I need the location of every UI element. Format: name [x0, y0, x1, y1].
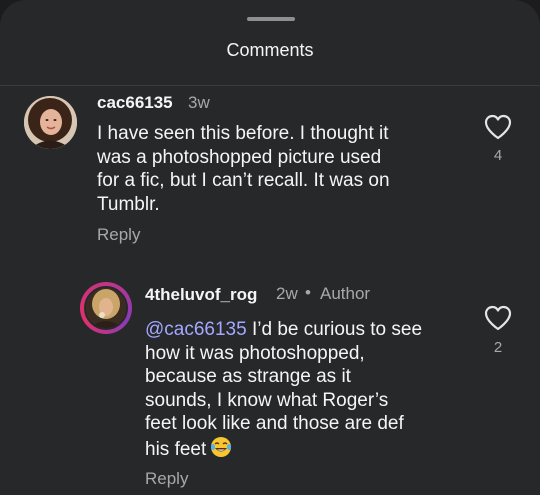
- heart-icon: [484, 114, 512, 140]
- like-count: 2: [493, 339, 503, 356]
- like-button[interactable]: [483, 113, 513, 141]
- reply-button[interactable]: Reply: [145, 469, 188, 489]
- author-badge: Author: [320, 284, 371, 303]
- heart-icon: [484, 305, 512, 331]
- avatar[interactable]: [84, 286, 128, 330]
- comments-sheet: Comments cac66135 3w I have seen this be…: [0, 0, 540, 495]
- meta-separator: •: [305, 283, 311, 302]
- drag-handle[interactable]: [247, 17, 295, 21]
- avatar-photo-icon: [24, 96, 77, 149]
- tears-of-joy-emoji-icon: [210, 436, 232, 465]
- like-count: 4: [493, 147, 503, 164]
- comment-username[interactable]: 4theluvof_rog: [145, 285, 257, 305]
- comment-timestamp: 2w: [276, 284, 298, 303]
- comment-text: @cac66135 I’d be curious to see how it w…: [145, 318, 475, 464]
- comment-username[interactable]: cac66135: [97, 93, 173, 113]
- reply-button[interactable]: Reply: [97, 225, 140, 245]
- comment-body: I’d be curious to see how it was photosh…: [145, 319, 423, 460]
- mention-link[interactable]: @cac66135: [145, 319, 247, 340]
- like-button[interactable]: [483, 304, 513, 332]
- comment-text: I have seen this before. I thought it wa…: [97, 123, 390, 215]
- sheet-title: Comments: [226, 40, 314, 60]
- avatar-photo-icon: [86, 288, 126, 328]
- comment-timestamp: 3w: [188, 93, 210, 112]
- avatar[interactable]: [24, 96, 77, 149]
- header-divider: [0, 85, 540, 86]
